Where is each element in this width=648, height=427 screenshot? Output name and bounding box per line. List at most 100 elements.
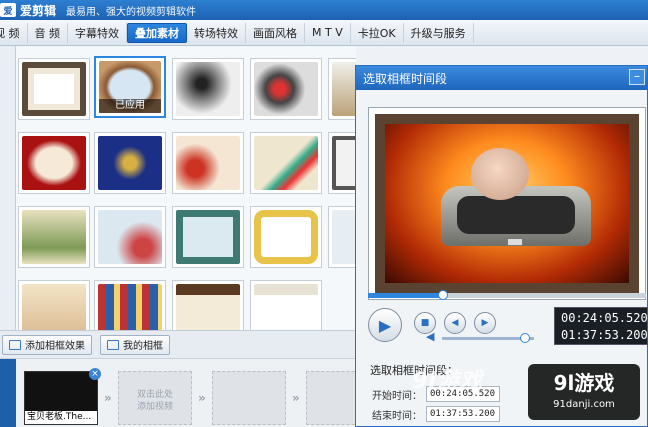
add-frame-effect-button[interactable]: 添加相框效果: [2, 334, 92, 355]
frame-thumbnail-grid: 已应用: [16, 46, 356, 330]
frame-preview: [332, 136, 356, 190]
end-time-field: 结束时间： 01:37:53.200: [370, 406, 500, 422]
title-bar: 爱 爱剪辑 最易用、强大的视频剪辑软件: [0, 0, 648, 20]
volume-icon[interactable]: ◀: [426, 330, 434, 343]
frame-preview: [176, 62, 240, 116]
tab-picture-style[interactable]: 画面风格: [246, 22, 305, 43]
frame-thumbnail[interactable]: [172, 58, 244, 120]
end-time-input[interactable]: 01:37:53.200: [426, 406, 500, 422]
frame-preview: [332, 62, 356, 116]
frame-preview: [176, 210, 240, 264]
progress-handle[interactable]: [438, 290, 449, 300]
frame-thumbnail[interactable]: [328, 206, 356, 268]
add-frame-icon: [9, 339, 21, 350]
applied-badge: 已应用: [99, 99, 161, 113]
add-video-slot[interactable]: 双击此处 添加视频: [118, 371, 192, 425]
frame-thumbnail[interactable]: [250, 206, 322, 268]
tab-mtv[interactable]: M T V: [305, 22, 351, 43]
my-frames-label: 我的相框: [123, 341, 163, 352]
frame-preview: [98, 210, 162, 264]
tab-overlay-material[interactable]: 叠加素材: [127, 22, 187, 43]
watermark-logo-url: 91danji.com: [553, 399, 615, 410]
applied-frame-border: [375, 114, 639, 293]
frame-preview: [332, 210, 356, 264]
frame-preview: [254, 210, 318, 264]
frame-preview: [254, 136, 318, 190]
play-button[interactable]: ▶: [368, 308, 402, 342]
frame-thumbnail[interactable]: [18, 132, 90, 194]
playback-progress-bar[interactable]: [368, 290, 646, 300]
frame-thumbnail[interactable]: [172, 280, 244, 330]
frame-thumbnail[interactable]: [18, 58, 90, 120]
app-window: 爱 爱剪辑 最易用、强大的视频剪辑软件 视 频 音 频 字幕特效 叠加素材 转场…: [0, 0, 648, 427]
frame-thumbnail[interactable]: [250, 58, 322, 120]
frame-thumbnail[interactable]: [172, 206, 244, 268]
video-timeline: 宝贝老板.The... × » 双击此处 添加视频 » »: [0, 358, 380, 427]
time-display: 00:24:05.520 01:37:53.200: [554, 307, 648, 345]
frame-thumbnail[interactable]: [250, 132, 322, 194]
app-slogan: 最易用、强大的视频剪辑软件: [66, 6, 197, 18]
clip-title: 宝贝老板.The...: [25, 411, 97, 424]
left-category-strip[interactable]: [0, 46, 16, 330]
frame-thumbnail[interactable]: [172, 132, 244, 194]
frame-preview: [98, 136, 162, 190]
car-plate: [507, 238, 523, 246]
frame-preview: [254, 62, 318, 116]
frame-thumbnail[interactable]: [328, 132, 356, 194]
frame-thumbnail[interactable]: [18, 280, 90, 330]
frame-preview: [254, 284, 318, 330]
timeline-side-tab[interactable]: [0, 359, 16, 427]
next-frame-button[interactable]: ▶: [474, 312, 496, 334]
frame-thumbnail[interactable]: [18, 206, 90, 268]
tab-upgrade-service[interactable]: 升级与服务: [404, 22, 474, 43]
frame-thumbnail-selected[interactable]: 已应用: [94, 56, 166, 118]
frame-preview: [22, 136, 86, 190]
end-time-label: 结束时间：: [372, 410, 422, 422]
clip-remove-icon[interactable]: ×: [89, 368, 101, 380]
frame-preview: [176, 284, 240, 330]
my-frames-button[interactable]: 我的相框: [100, 334, 170, 355]
add-frame-effect-label: 添加相框效果: [25, 341, 85, 352]
watermark-logo: 9l游戏 91danji.com: [528, 364, 640, 420]
empty-slot[interactable]: [212, 371, 286, 425]
arrow-icon: »: [198, 391, 206, 405]
tab-audio[interactable]: 音 频: [28, 22, 68, 43]
minimize-icon[interactable]: –: [629, 69, 645, 85]
tab-subtitle-effects[interactable]: 字幕特效: [68, 22, 127, 43]
app-logo-icon: 爱: [0, 3, 16, 17]
frame-preview: [176, 136, 240, 190]
frame-preview: [98, 284, 162, 330]
frame-preview: [22, 210, 86, 264]
dialog-title-bar: 选取相框时间段 –: [356, 66, 647, 90]
previous-frame-button[interactable]: ◀: [444, 312, 466, 334]
frame-thumbnail[interactable]: [250, 280, 322, 330]
car-interior: [457, 196, 575, 234]
app-name: 爱剪辑: [20, 3, 57, 18]
current-time: 00:24:05.520: [561, 311, 648, 325]
frame-icon: [107, 339, 119, 350]
tab-video[interactable]: 视 频: [0, 22, 28, 43]
video-preview: [368, 107, 646, 300]
progress-fill: [368, 293, 444, 298]
dialog-title: 选取相框时间段: [363, 71, 448, 86]
frame-preview: [22, 284, 86, 330]
frame-preview: [22, 62, 86, 116]
frame-action-bar: 添加相框效果 我的相框: [0, 330, 356, 358]
video-frame-image: [385, 124, 629, 283]
frame-thumbnail[interactable]: [328, 58, 356, 120]
playback-controls: ▶ ■ ◀ ▶ ◀ 00:24:05.520 01:37:53.200: [368, 306, 648, 350]
baby-head-shape: [471, 148, 529, 200]
arrow-icon: »: [104, 391, 112, 405]
total-time: 01:37:53.200: [561, 328, 648, 342]
frame-thumbnail[interactable]: [94, 280, 166, 330]
frame-thumbnail[interactable]: [94, 206, 166, 268]
timeline-clip[interactable]: 宝贝老板.The... ×: [24, 368, 101, 425]
frame-thumbnail[interactable]: [94, 132, 166, 194]
watermark-text: 9l游戏: [412, 369, 483, 394]
watermark-logo-title: 9l游戏: [553, 371, 615, 395]
tab-transition-effects[interactable]: 转场特效: [187, 22, 246, 43]
main-menu: 视 频 音 频 字幕特效 叠加素材 转场特效 画面风格 M T V 卡拉OK 升…: [0, 20, 648, 46]
tab-karaoke[interactable]: 卡拉OK: [351, 22, 404, 43]
arrow-icon: »: [292, 391, 300, 405]
volume-handle[interactable]: [519, 333, 530, 343]
